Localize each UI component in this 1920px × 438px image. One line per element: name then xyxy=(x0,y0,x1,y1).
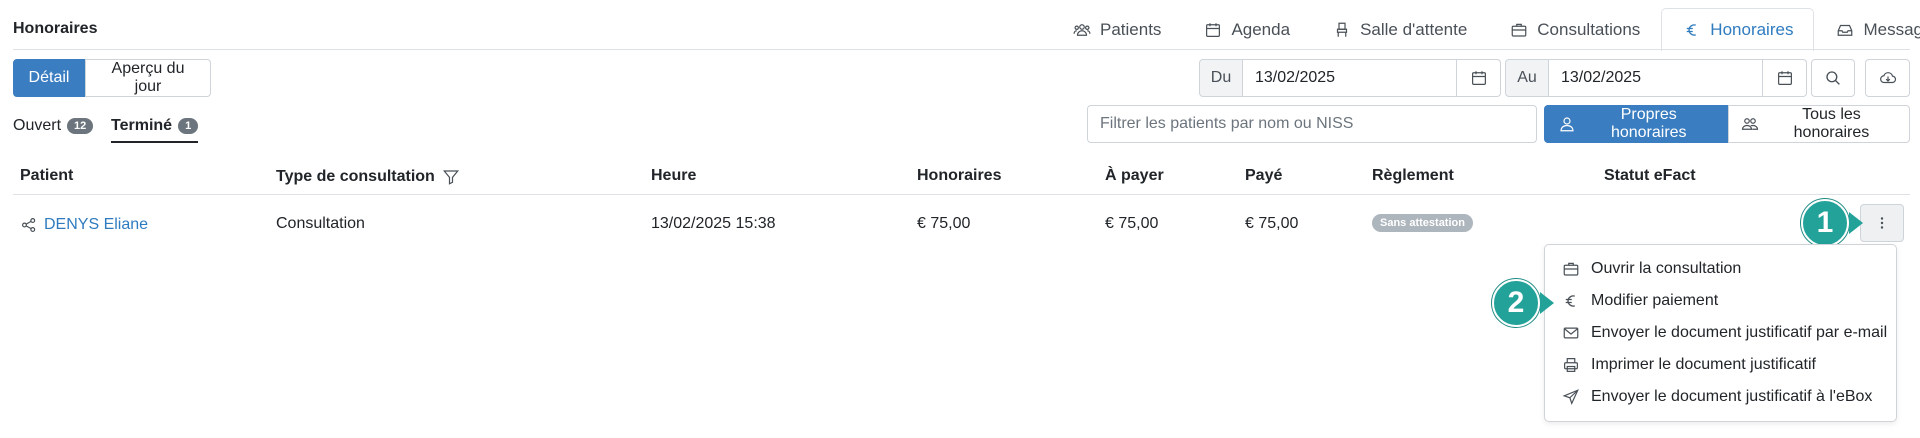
callout-badge: 1 xyxy=(1801,199,1849,247)
date-from-label: Du xyxy=(1199,59,1243,97)
main-nav: Patients Agenda Salle d'attente Consulta… xyxy=(1051,8,1920,51)
count-badge: 1 xyxy=(178,118,199,134)
users-icon xyxy=(1072,20,1092,40)
inbox-icon xyxy=(1835,20,1855,40)
menu-item-modify-payment[interactable]: Modifier paiement xyxy=(1545,285,1896,317)
cloud-download-icon xyxy=(1878,68,1897,88)
count-badge: 12 xyxy=(67,118,94,134)
tab-consultations-label: Consultations xyxy=(1537,19,1641,39)
callout-badge: 2 xyxy=(1492,279,1540,327)
tab-patients[interactable]: Patients xyxy=(1051,8,1182,50)
cell-honoraires: € 75,00 xyxy=(917,215,971,232)
col-heure[interactable]: Heure xyxy=(651,167,696,185)
col-honoraires[interactable]: Honoraires xyxy=(917,167,1001,185)
search-button[interactable] xyxy=(1811,59,1855,97)
menu-item-label: Imprimer le document justificatif xyxy=(1591,356,1816,373)
callout-arrow xyxy=(1849,212,1863,234)
search-icon xyxy=(1824,68,1842,88)
table-row-patient[interactable]: DENYS Eliane xyxy=(20,215,148,235)
col-type-label: Type de consultation xyxy=(276,168,435,185)
menu-item-send-ebox[interactable]: Envoyer le document justificatif à l'eBo… xyxy=(1545,381,1896,413)
callout-2: 2 xyxy=(1492,279,1554,327)
col-reglement[interactable]: Règlement xyxy=(1372,167,1454,185)
cell-heure: 13/02/2025 15:38 xyxy=(651,215,776,232)
detail-button[interactable]: Détail xyxy=(13,59,85,97)
menu-item-label: Modifier paiement xyxy=(1591,292,1719,309)
date-from: Du 13/02/2025 xyxy=(1199,59,1501,97)
tab-honoraires-label: Honoraires xyxy=(1710,20,1794,39)
envelope-icon xyxy=(1561,323,1581,343)
menu-item-print-document[interactable]: Imprimer le document justificatif xyxy=(1545,349,1896,381)
callout-1: 1 xyxy=(1801,199,1863,247)
users-icon xyxy=(1741,114,1760,134)
user-icon xyxy=(1557,114,1576,134)
cell-type: Consultation xyxy=(276,215,365,232)
briefcase-icon xyxy=(1509,20,1529,40)
callout-arrow xyxy=(1540,292,1554,314)
date-to-input[interactable]: 13/02/2025 xyxy=(1549,59,1763,97)
chair-icon xyxy=(1332,20,1352,40)
tab-patients-label: Patients xyxy=(1100,19,1162,39)
euro-icon xyxy=(1561,291,1581,311)
subtab-termine[interactable]: Terminé 1 xyxy=(111,117,199,143)
subtab-ouvert[interactable]: Ouvert 12 xyxy=(13,117,94,135)
date-to-label: Au xyxy=(1505,59,1549,97)
col-paye[interactable]: Payé xyxy=(1245,167,1282,185)
reglement-badge: Sans attestation xyxy=(1372,214,1473,232)
apercu-button[interactable]: Aperçu du jour xyxy=(85,59,211,97)
menu-item-email-document[interactable]: Envoyer le document justificatif par e-m… xyxy=(1545,317,1896,349)
briefcase-icon xyxy=(1561,259,1581,279)
patient-link[interactable]: DENYS Eliane xyxy=(44,216,148,234)
calendar-icon xyxy=(1203,20,1223,40)
printer-icon xyxy=(1561,355,1581,375)
view-toggle: Détail Aperçu du jour xyxy=(13,59,211,97)
col-type-consultation[interactable]: Type de consultation xyxy=(276,167,461,187)
euro-icon xyxy=(1682,20,1702,40)
subtab-ouvert-label: Ouvert xyxy=(13,117,62,134)
date-to: Au 13/02/2025 xyxy=(1505,59,1807,97)
cell-paye: € 75,00 xyxy=(1245,215,1299,232)
row-actions-menu: Ouvrir la consultation Modifier paiement… xyxy=(1544,244,1897,422)
filter-icon[interactable] xyxy=(441,167,461,187)
share-icon xyxy=(20,215,38,235)
nav-divider xyxy=(13,49,1910,50)
tab-agenda[interactable]: Agenda xyxy=(1182,8,1311,50)
page-title: Honoraires xyxy=(13,20,98,37)
calendar-icon xyxy=(1469,68,1489,88)
own-fees-button[interactable]: Propres honoraires xyxy=(1544,105,1728,143)
own-fees-label: Propres honoraires xyxy=(1610,106,1687,141)
date-to-picker-button[interactable] xyxy=(1763,59,1807,97)
col-patient[interactable]: Patient xyxy=(20,167,73,185)
row-actions-button[interactable] xyxy=(1860,204,1904,242)
tab-salle-attente[interactable]: Salle d'attente xyxy=(1311,8,1488,50)
col-statut-efact[interactable]: Statut eFact xyxy=(1604,167,1696,185)
subtab-termine-label: Terminé xyxy=(111,117,173,134)
col-a-payer[interactable]: À payer xyxy=(1105,167,1164,185)
patient-filter-input[interactable] xyxy=(1087,105,1537,143)
tab-messages[interactable]: Messages xyxy=(1814,8,1920,50)
tab-honoraires[interactable]: Honoraires xyxy=(1661,8,1815,51)
all-fees-button[interactable]: Tous les honoraires xyxy=(1728,105,1910,143)
calendar-icon xyxy=(1775,68,1795,88)
header-divider xyxy=(13,194,1910,195)
scope-toggle: Propres honoraires Tous les honoraires xyxy=(1544,105,1910,143)
tab-consultations[interactable]: Consultations xyxy=(1488,8,1661,50)
tab-messages-label: Messages xyxy=(1863,19,1920,39)
menu-item-label: Envoyer le document justificatif par e-m… xyxy=(1591,324,1888,341)
more-vertical-icon xyxy=(1872,213,1892,233)
menu-item-open-consultation[interactable]: Ouvrir la consultation xyxy=(1545,253,1896,285)
all-fees-label: Tous les honoraires xyxy=(1793,106,1870,141)
tab-agenda-label: Agenda xyxy=(1231,19,1291,39)
menu-item-label: Envoyer le document justificatif à l'eBo… xyxy=(1591,388,1873,405)
menu-item-label: Ouvrir la consultation xyxy=(1591,260,1742,277)
date-from-input[interactable]: 13/02/2025 xyxy=(1243,59,1457,97)
cell-a-payer: € 75,00 xyxy=(1105,215,1159,232)
date-from-picker-button[interactable] xyxy=(1457,59,1501,97)
tab-salle-attente-label: Salle d'attente xyxy=(1360,19,1468,39)
send-icon xyxy=(1561,387,1581,407)
cloud-download-button[interactable] xyxy=(1865,59,1910,97)
